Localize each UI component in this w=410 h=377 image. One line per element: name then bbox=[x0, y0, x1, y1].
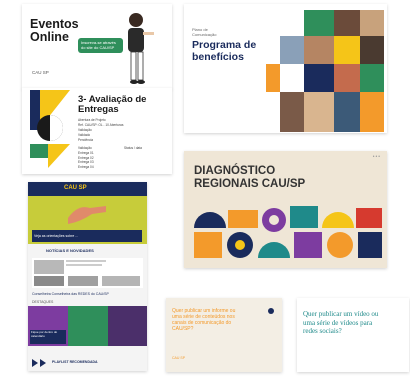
table-head-2: Status / data bbox=[124, 146, 142, 150]
hero-banner: Veja as orientações sobre ... bbox=[28, 196, 147, 244]
mid-caption: Conselheira Conselheira das REDES do CAU… bbox=[32, 292, 109, 296]
geometric-graphic-icon bbox=[22, 88, 72, 174]
question-text: Quer publicar um vídeo ou uma série de v… bbox=[303, 310, 379, 335]
question-text: Quer publicar um informe ou uma série de… bbox=[172, 308, 236, 332]
detail-row: Pendência bbox=[78, 138, 94, 142]
logo: CAU SP bbox=[64, 185, 87, 191]
thumbnail-diagnostico-regionais[interactable]: ••• DIAGNÓSTICO REGIONAIS CAU/SP bbox=[184, 151, 387, 268]
thumbnail-quer-publicar-informe[interactable]: Quer publicar um informe ou uma série de… bbox=[166, 298, 282, 372]
image-caption: Fique por dentro do calendário bbox=[30, 330, 66, 344]
news-strip bbox=[32, 258, 143, 288]
dot-icon bbox=[268, 308, 274, 314]
section-label: NOTÍCIAS E NOVIDADES bbox=[46, 248, 94, 253]
hand-graphic-icon bbox=[68, 206, 106, 224]
footer-play-icon-2 bbox=[40, 359, 46, 367]
geometric-pattern-icon bbox=[184, 196, 387, 268]
thumbnail-eventos-online[interactable]: Eventos Online Inscreva-se através do si… bbox=[22, 4, 172, 89]
logo: CAU SP bbox=[32, 70, 49, 75]
table-row: Entrega 01 bbox=[78, 151, 94, 155]
thumbnail-quer-publicar-video[interactable]: Quer publicar um vídeo ou uma série de v… bbox=[297, 298, 409, 372]
hero-caption: Veja as orientações sobre ... bbox=[32, 230, 142, 242]
card-eyebrow: Plano de Comunicação bbox=[192, 27, 217, 37]
card-title: 3- Avaliação de Entregas bbox=[78, 94, 147, 115]
table-row: Entrega 04 bbox=[78, 164, 94, 169]
card-title: Programa de benefícios bbox=[192, 39, 257, 63]
card-title: DIAGNÓSTICO REGIONAIS CAU/SP bbox=[194, 165, 306, 190]
photo-mosaic bbox=[266, 10, 384, 132]
woman-illustration-icon bbox=[128, 13, 154, 84]
footer-play-icon bbox=[32, 359, 38, 367]
thumbnail-avaliacao-entregas[interactable]: 3- Avaliação de Entregas Abertura de Pro… bbox=[22, 88, 172, 174]
table-row: Entrega 03 bbox=[78, 160, 94, 164]
table-rows: Entrega 01 Entrega 02 Entrega 03 Entrega… bbox=[78, 151, 94, 169]
row-label: DESTAQUES bbox=[32, 300, 54, 304]
newsletter-header: CAU SP bbox=[28, 182, 147, 196]
image-row: Fique por dentro do calendário bbox=[28, 306, 147, 346]
thumbnail-newsletter[interactable]: CAU SP Veja as orientações sobre ... NOT… bbox=[28, 182, 147, 371]
logo: CAU SP bbox=[172, 356, 186, 360]
table-head-1: Validação bbox=[78, 146, 92, 150]
footer-label: PLAYLIST RECOMENDADA bbox=[52, 360, 98, 364]
window-dots: ••• bbox=[372, 154, 381, 160]
detail-rows: Abertura de Projeto Ref. CAU/SP: OL - 10… bbox=[78, 118, 168, 143]
thumbnail-programa-beneficios[interactable]: Plano de Comunicação Programa de benefíc… bbox=[184, 4, 387, 133]
